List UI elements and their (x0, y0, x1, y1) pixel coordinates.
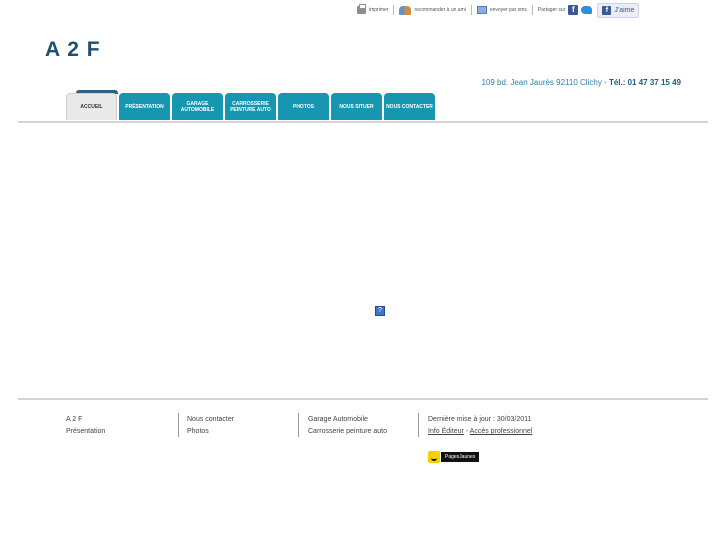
tab-carrosserie[interactable]: CARROSSERIE PEINTURE AUTO (225, 93, 276, 120)
address-text: 109 bd. Jean Jaurès 92110 Clichy - (481, 78, 607, 87)
recommend-label: recommander à un ami (414, 7, 466, 13)
footer-link-contact[interactable]: Nous contacter (187, 414, 234, 426)
footer-col-4: Dernière mise à jour : 30/03/2011 Info É… (428, 414, 532, 438)
toolbar-divider (393, 5, 395, 15)
facebook-icon: f (602, 5, 612, 15)
footer-separator (298, 413, 299, 437)
footer-link-presentation[interactable]: Présentation (66, 426, 105, 438)
footer-legal-links: Info Éditeur - Accès professionnel (428, 426, 532, 438)
tab-photos[interactable]: PHOTOS (278, 93, 329, 120)
email-label: envoyer par sms (489, 7, 527, 13)
toolbar-divider (470, 5, 472, 15)
telephone: Tél.: 01 47 37 15 49 (608, 78, 681, 87)
pagesjaunes-label: PagesJaunes (441, 452, 480, 462)
last-updated: Dernière mise à jour : 30/03/2011 (428, 416, 532, 423)
share-group: Partager sur f (538, 5, 593, 15)
like-label: J'aime (614, 6, 635, 14)
print-link[interactable]: imprimer (357, 4, 389, 14)
footer-link-photos[interactable]: Photos (187, 426, 234, 438)
toolbar-divider (531, 5, 533, 15)
contact-address: 109 bd. Jean Jaurès 92110 Clichy - Tél.:… (481, 78, 681, 87)
info-editor-link[interactable]: Info Éditeur (428, 428, 464, 435)
pagesjaunes-badge[interactable]: PagesJaunes (428, 450, 480, 464)
main-nav: ACCUEIL PRÉSENTATION GARAGE AUTOMOBILE C… (66, 93, 435, 120)
printer-icon (357, 4, 366, 14)
facebook-icon[interactable]: f (568, 5, 579, 15)
share-label: Partager sur (537, 7, 566, 13)
mail-icon (476, 6, 487, 14)
top-toolbar: imprimer recommander à un ami envoyer pa… (357, 2, 666, 18)
footer-col-2: Nous contacter Photos (187, 414, 234, 438)
tab-garage-automobile[interactable]: GARAGE AUTOMOBILE (172, 93, 223, 120)
footer-link-carrosserie[interactable]: Carrosserie peinture auto (308, 426, 387, 438)
nav-divider (18, 121, 708, 123)
email-link[interactable]: envoyer par sms (476, 6, 527, 14)
missing-plugin-icon[interactable]: ? (375, 306, 385, 316)
footer-col-3: Garage Automobile Carrosserie peinture a… (308, 414, 387, 438)
link-dash: - (465, 428, 469, 435)
facebook-like-button[interactable]: f J'aime (597, 2, 640, 18)
footer-separator (178, 413, 179, 437)
tab-nous-contacter[interactable]: NOUS CONTACTER (384, 93, 435, 120)
twitter-icon[interactable] (581, 6, 593, 14)
footer-separator (418, 413, 419, 437)
recommend-link[interactable]: recommander à un ami (399, 5, 466, 15)
pro-access-link[interactable]: Accès professionnel (470, 428, 533, 435)
footer-link-garage[interactable]: Garage Automobile (308, 414, 387, 426)
footer-divider (18, 398, 708, 400)
print-label: imprimer (369, 7, 389, 13)
tab-accueil[interactable]: ACCUEIL (66, 93, 117, 120)
site-logo[interactable]: A 2 F (45, 38, 101, 62)
footer-col-1: A 2 F Présentation (66, 414, 105, 438)
pagesjaunes-icon (428, 451, 440, 463)
tab-nous-situer[interactable]: NOUS SITUER (331, 93, 382, 120)
footer-link-home[interactable]: A 2 F (66, 414, 105, 426)
tab-presentation[interactable]: PRÉSENTATION (119, 93, 170, 120)
people-icon (399, 5, 412, 15)
